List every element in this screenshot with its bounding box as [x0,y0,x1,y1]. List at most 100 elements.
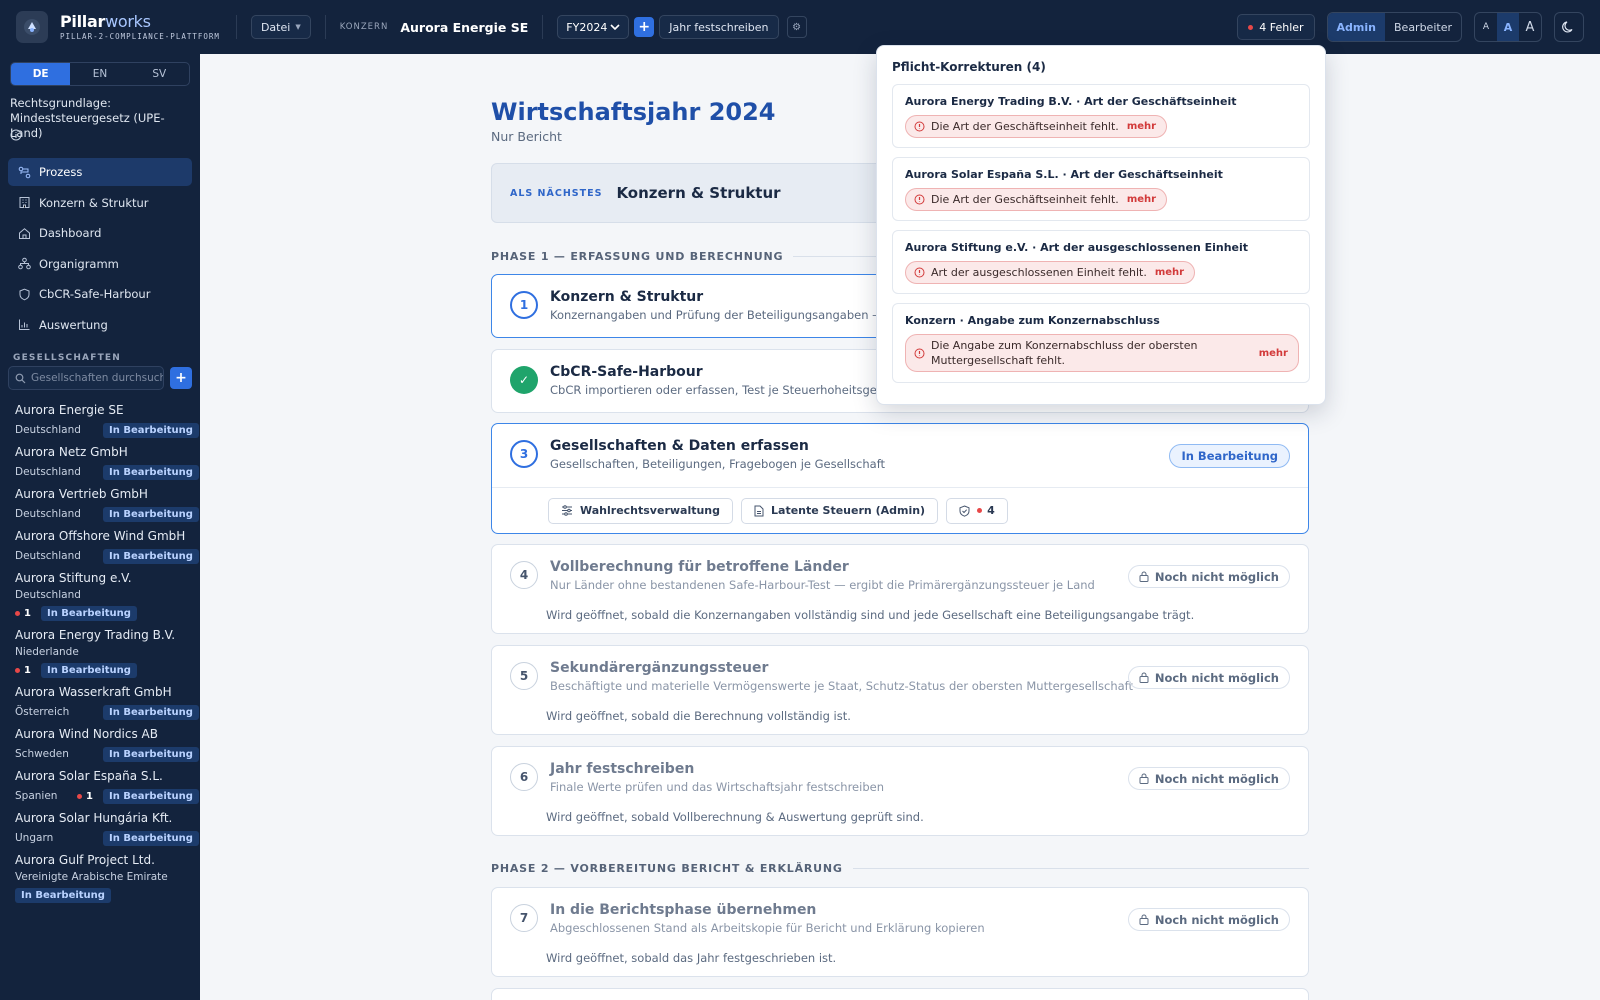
status-badge: In Bearbeitung [103,422,199,438]
errors-button[interactable]: 4 Fehler [1237,14,1315,40]
more-link[interactable]: mehr [1127,194,1156,205]
error-count-value: 1 [24,664,31,676]
main-nav: Prozess Konzern & Struktur Dashboard Org… [8,158,192,341]
language-switch: DE EN SV [10,62,190,86]
divider [542,15,544,39]
step-note: Wird geöffnet, sobald Vollberechnung & A… [546,810,924,824]
company-item[interactable]: Aurora Energy Trading B.V. Niederlande 1… [0,625,200,682]
step-card-8[interactable] [491,988,1309,1000]
font-large-button[interactable]: A [1519,13,1541,41]
company-item[interactable]: Aurora Stiftung e.V. Deutschland 1 In Bea… [0,568,200,625]
validation-issues-button[interactable]: 4 [946,497,1008,524]
building-icon [19,197,30,208]
deferred-taxes-button[interactable]: Latente Steuern (Admin) [741,497,939,524]
company-item[interactable]: Aurora Energie SE Deutschland In Bearbeit… [0,400,200,442]
company-item[interactable]: Aurora Gulf Project Ltd. Vereinigte Arab… [0,850,200,907]
status-label: Noch nicht möglich [1154,569,1279,584]
settings-button[interactable]: ⚙ [786,16,807,38]
error-message: Die Art der Geschäftseinheit fehlt. mehr [905,115,1168,138]
nav-konzern-struktur[interactable]: Konzern & Struktur [8,189,192,217]
alert-circle-icon [914,348,925,358]
company-item[interactable]: Aurora Solar Hungária Kft. Ungarn In Bear… [0,808,200,850]
options-management-button[interactable]: Wahlrechtsverwaltung [548,497,734,524]
step-card-4[interactable]: 4 Vollberechnung für betroffene Länder N… [491,544,1309,634]
step-description: Beschäftigte und materielle Vermögenswer… [550,679,1134,693]
search-placeholder: Gesellschaften durchsuchen [31,372,163,384]
correction-heading: Aurora Energy Trading B.V. · Art der Ges… [905,95,1237,108]
fiscal-year-select[interactable]: FY2024 [557,15,630,39]
sidebar: DE EN SV Rechtsgrundlage: Mindeststeuerg… [0,54,200,1000]
fiscal-year-value: FY2024 [566,20,608,34]
company-item[interactable]: Aurora Wind Nordics AB Schweden In Bearbe… [0,724,200,766]
correction-item[interactable]: Aurora Stiftung e.V. · Art der ausgeschl… [892,230,1310,294]
nav-prozess[interactable]: Prozess [8,158,192,186]
app-logo[interactable] [16,11,48,43]
info-icon[interactable] [10,129,22,141]
file-menu-button[interactable]: Datei ▼ [250,15,311,39]
role-switch: Admin Bearbeiter [1326,12,1462,42]
lang-de-button[interactable]: DE [11,63,71,85]
company-country: Vereinigte Arabische Emirate [15,871,168,883]
error-dot-icon [77,793,82,799]
dark-mode-button[interactable] [1554,12,1584,42]
divider [324,15,326,39]
step-number: 4 [510,561,538,589]
correction-heading: Aurora Stiftung e.V. · Art der ausgeschl… [905,241,1249,254]
correction-item[interactable]: Aurora Energy Trading B.V. · Art der Ges… [892,84,1310,148]
error-dot-icon [1248,24,1254,30]
phase-2-heading: PHASE 2 — VORBEREITUNG BERICHT & ERKLÄRU… [491,862,1309,875]
step-title: CbCR-Safe-Harbour [550,364,703,380]
error-count: 1 [15,665,31,676]
status-badge: In Bearbeitung [103,548,199,564]
company-item[interactable]: Aurora Offshore Wind GmbH Deutschland In … [0,526,200,568]
step-number: 6 [510,763,538,791]
company-item[interactable]: Aurora Solar España S.L. Spanien 1 In Bear… [0,766,200,808]
add-year-button[interactable]: + [634,17,655,37]
more-link[interactable]: mehr [1259,346,1288,361]
company-country: Deutschland [15,589,81,601]
company-country: Österreich [15,706,70,718]
more-link[interactable]: mehr [1155,267,1184,278]
page-subtitle: Nur Bericht [491,129,562,144]
nav-organigramm[interactable]: Organigramm [8,250,192,278]
step-note: Wird geöffnet, sobald das Jahr festgesch… [546,951,837,965]
alert-circle-icon [914,267,925,278]
company-name: Aurora Offshore Wind GmbH [15,529,186,543]
step-card-6[interactable]: 6 Jahr festschreiben Finale Werte prüfen… [491,746,1309,836]
company-search-input[interactable]: Gesellschaften durchsuchen [8,366,164,390]
error-message: Die Angabe zum Konzernabschluss der ober… [905,334,1299,372]
nav-cbcr-safe-harbour[interactable]: CbCR-Safe-Harbour [8,280,192,308]
nav-dashboard[interactable]: Dashboard [8,219,192,247]
role-editor-button[interactable]: Bearbeiter [1385,13,1461,41]
nav-label: Prozess [39,165,83,179]
status-badge: In Bearbeitung [103,830,199,846]
step-card-5[interactable]: 5 Sekundärergänzungssteuer Beschäftigte … [491,645,1309,735]
company-name: Aurora Vertrieb GmbH [15,487,148,501]
divider [235,15,237,39]
step-card-3[interactable]: 3 Gesellschaften & Daten erfassen Gesell… [491,423,1309,534]
lock-year-button[interactable]: Jahr festschreiben [659,15,779,39]
lang-en-button[interactable]: EN [70,63,129,85]
font-small-button[interactable]: A [1475,13,1497,41]
correction-item[interactable]: Aurora Solar España S.L. · Art der Gesch… [892,157,1310,221]
chevron-down-icon: ▼ [295,23,301,31]
divider [852,868,1309,869]
correction-item[interactable]: Konzern · Angabe zum Konzernabschluss Di… [892,303,1310,383]
add-company-button[interactable]: + [170,367,192,389]
nav-auswertung[interactable]: Auswertung [8,311,192,339]
company-name: Aurora Wasserkraft GmbH [15,685,172,699]
company-name: Aurora Wind Nordics AB [15,727,158,741]
company-item[interactable]: Aurora Wasserkraft GmbH Österreich In Bea… [0,682,200,724]
role-admin-button[interactable]: Admin [1327,13,1385,41]
lock-icon [1139,672,1149,683]
check-icon: ✓ [510,366,538,394]
konzern-name: Aurora Energie SE [400,19,529,35]
shield-icon [19,288,30,300]
step-card-7[interactable]: 7 In die Berichtsphase übernehmen Abgesc… [491,887,1309,977]
company-item[interactable]: Aurora Netz GmbH Deutschland In Bearbeitu… [0,442,200,484]
more-link[interactable]: mehr [1127,121,1156,132]
font-medium-button[interactable]: A [1497,13,1519,41]
company-item[interactable]: Aurora Vertrieb GmbH Deutschland In Bearb… [0,484,200,526]
status-label: Noch nicht möglich [1154,670,1279,685]
lang-sv-button[interactable]: SV [130,63,189,85]
